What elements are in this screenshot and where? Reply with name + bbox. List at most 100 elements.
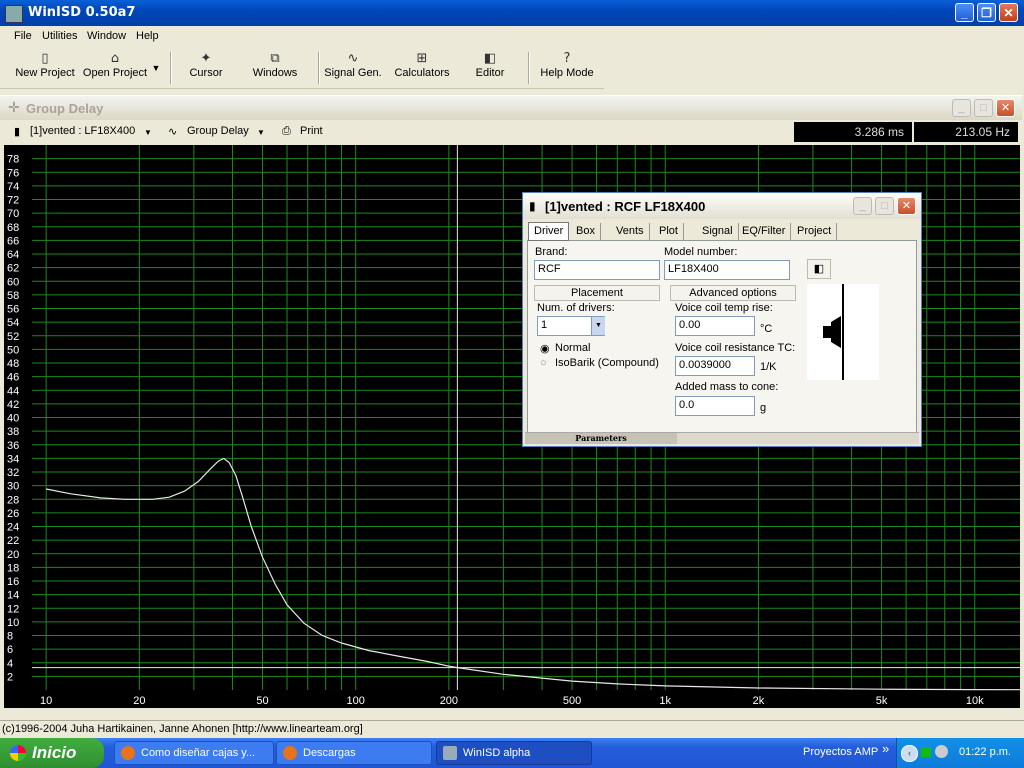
tab-project[interactable]: Project [792, 223, 838, 240]
editor-button[interactable]: ◧ Editor [470, 50, 510, 86]
tab-signal[interactable]: Signal [697, 223, 739, 240]
y-tick-label: 26 [7, 508, 19, 520]
y-tick-label: 36 [7, 440, 19, 452]
restore-button[interactable]: ❐ [977, 3, 996, 22]
dropdown-arrow-icon: ▼ [151, 63, 161, 73]
graph-minimize-button[interactable]: _ [952, 99, 971, 117]
cursor-button[interactable]: ✦ Cursor [184, 50, 228, 86]
menu-file[interactable]: File [14, 30, 32, 42]
advanced-options-button[interactable]: Advanced options [670, 285, 796, 301]
y-tick-label: 70 [7, 208, 19, 220]
open-project-dropdown[interactable]: ▼ [150, 62, 162, 98]
printer-icon: ⎙ [282, 125, 291, 137]
vc-temp-input[interactable]: 0.00 [675, 316, 755, 336]
new-project-button[interactable]: ▯ New Project [14, 50, 76, 86]
placement-button[interactable]: Placement [534, 285, 660, 301]
task-label: Como diseñar cajas y... [141, 747, 256, 759]
added-mass-unit: g [760, 402, 767, 414]
graph-type-select[interactable]: Group Delay [187, 125, 249, 137]
driver-database-button[interactable]: ◧ [807, 259, 831, 279]
calculator-icon: ⊞ [416, 51, 428, 66]
start-button[interactable]: Inicio [0, 738, 104, 768]
radio-normal-dot[interactable]: ◉ [540, 342, 550, 355]
dialog-close-button[interactable]: ✕ [897, 197, 916, 215]
radio-isobarik-dot[interactable]: ○ [540, 357, 547, 369]
radio-normal-label: Normal [555, 342, 591, 354]
sine-wave-icon: ∿ [347, 51, 359, 66]
tab-driver[interactable]: Driver [528, 222, 570, 241]
graph-maximize-button[interactable]: □ [974, 99, 993, 117]
y-tick-label: 50 [7, 344, 19, 356]
graph-window-title-bar: ✛ Group Delay _ □ ✕ [0, 95, 1022, 120]
num-drivers-dropdown-arrow-icon[interactable]: ▼ [591, 317, 605, 335]
graph-type-dropdown-arrow-icon[interactable]: ▼ [257, 128, 265, 137]
parameters-tab[interactable]: Parameters [525, 433, 677, 444]
project-dropdown-arrow-icon[interactable]: ▼ [144, 128, 152, 137]
graph-type-icon: ∿ [168, 126, 178, 138]
task-firefox-1[interactable]: Como diseñar cajas y... [114, 741, 274, 765]
y-tick-label: 46 [7, 372, 19, 384]
project-select[interactable]: [1]vented : LF18X400 [30, 125, 135, 137]
open-project-button[interactable]: ⌂ Open Project [82, 50, 148, 86]
quick-toolbar-label[interactable]: Proyectos AMP [803, 746, 878, 758]
windows-logo-icon [10, 745, 26, 761]
windows-button[interactable]: ⧉ Windows [250, 50, 300, 86]
y-tick-label: 32 [7, 467, 19, 479]
print-button[interactable]: Print [300, 125, 323, 137]
dialog-minimize-button[interactable]: _ [853, 197, 872, 215]
brand-label: Brand: [535, 246, 568, 258]
added-mass-input[interactable]: 0.0 [675, 396, 755, 416]
close-button[interactable]: ✕ [999, 3, 1018, 22]
graph-close-button[interactable]: ✕ [996, 99, 1015, 117]
y-tick-label: 56 [7, 304, 19, 316]
tab-eq-filter[interactable]: EQ/Filter [737, 223, 792, 240]
parameters-bar: Parameters [525, 432, 919, 444]
tray-status-icon[interactable] [921, 747, 931, 757]
task-winisd[interactable]: WinISD alpha [436, 741, 592, 765]
x-tick-label: 500 [563, 695, 581, 707]
y-tick-label: 74 [7, 181, 19, 193]
menu-window[interactable]: Window [87, 30, 126, 42]
y-tick-label: 66 [7, 235, 19, 247]
y-tick-label: 40 [7, 413, 19, 425]
y-tick-label: 52 [7, 331, 19, 343]
help-mode-button[interactable]: ? Help Mode [540, 50, 594, 86]
y-tick-label: 20 [7, 549, 19, 561]
task-firefox-2[interactable]: Descargas [276, 741, 432, 765]
help-question-icon: ? [563, 51, 571, 66]
vc-temp-label: Voice coil temp rise: [675, 302, 773, 314]
signal-gen-button[interactable]: ∿ Signal Gen. [324, 50, 382, 86]
tab-vents[interactable]: Vents [611, 223, 650, 240]
menu-bar: File Utilities Window Help [0, 26, 1024, 47]
toolbar-chevron-icon[interactable]: » [882, 741, 889, 756]
y-tick-label: 18 [7, 562, 19, 574]
tab-plot[interactable]: Plot [654, 223, 684, 240]
y-tick-label: 2 [7, 671, 13, 683]
dialog-title: [1]vented : RCF LF18X400 [545, 199, 706, 214]
x-tick-label: 1k [659, 695, 671, 707]
added-mass-label: Added mass to cone: [675, 381, 779, 393]
dialog-title-bar: ▮ [1]vented : RCF LF18X400 _ □ ✕ [523, 193, 921, 219]
tray-network-icon[interactable] [935, 745, 948, 758]
y-tick-label: 34 [7, 453, 19, 465]
menu-help[interactable]: Help [136, 30, 159, 42]
y-tick-label: 38 [7, 426, 19, 438]
y-tick-label: 12 [7, 603, 19, 615]
minimize-button[interactable]: _ [955, 3, 974, 22]
tab-box[interactable]: Box [571, 223, 601, 240]
dialog-maximize-button[interactable]: □ [875, 197, 894, 215]
placement-diagram [807, 284, 879, 380]
winisd-icon [443, 746, 457, 760]
tray-collapse-icon[interactable]: ‹ [901, 745, 918, 762]
x-tick-label: 5k [876, 695, 888, 707]
x-tick-label: 20 [133, 695, 145, 707]
y-tick-label: 6 [7, 644, 13, 656]
graph-toolbar: ▮ [1]vented : LF18X400 ▼ ∿ Group Delay ▼… [0, 120, 1022, 144]
model-input[interactable]: LF18X400 [664, 260, 790, 280]
vc-resistance-input[interactable]: 0.0039000 [675, 356, 755, 376]
firefox-icon [283, 746, 297, 760]
calculators-button[interactable]: ⊞ Calculators [392, 50, 452, 86]
vc-resistance-unit: 1/K [760, 361, 777, 373]
brand-input[interactable]: RCF [534, 260, 660, 280]
menu-utilities[interactable]: Utilities [42, 30, 77, 42]
